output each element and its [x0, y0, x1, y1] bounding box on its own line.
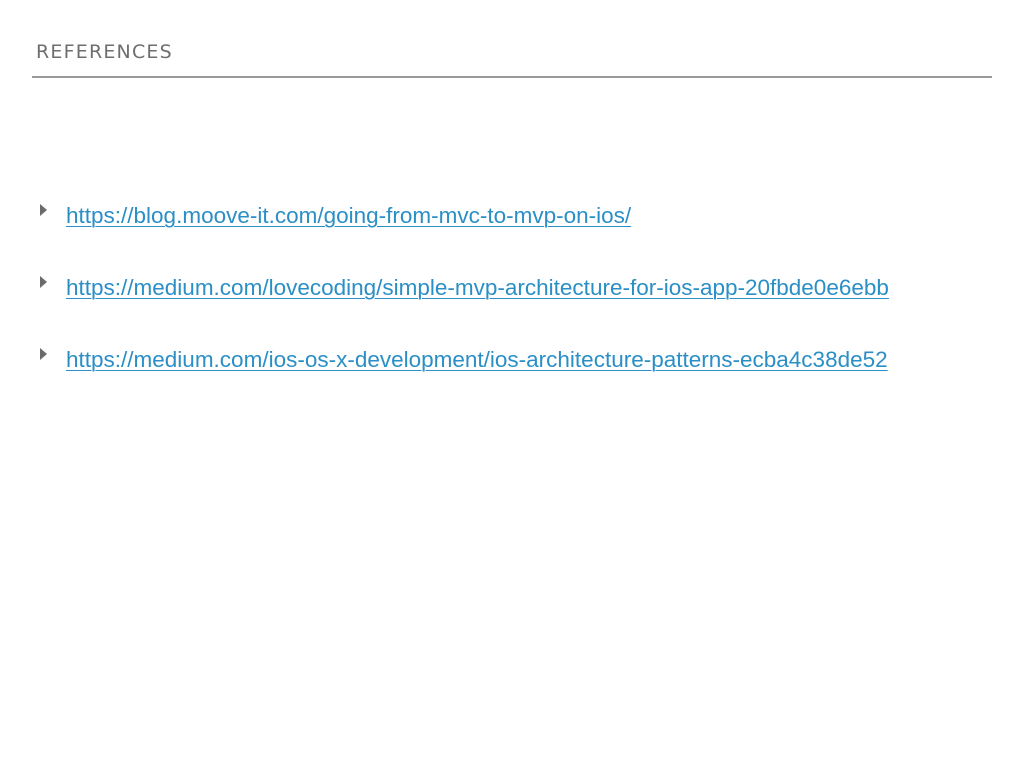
bullet-triangle-icon	[40, 348, 47, 360]
list-item: https://blog.moove-it.com/going-from-mvc…	[36, 198, 956, 234]
slide: REFERENCES https://blog.moove-it.com/goi…	[0, 0, 1024, 768]
bullet-triangle-icon	[40, 204, 47, 216]
reference-link[interactable]: https://blog.moove-it.com/going-from-mvc…	[66, 203, 631, 228]
slide-title: REFERENCES	[36, 41, 173, 63]
reference-link[interactable]: https://medium.com/lovecoding/simple-mvp…	[66, 275, 889, 300]
bullet-triangle-icon	[40, 276, 47, 288]
list-item: https://medium.com/ios-os-x-development/…	[36, 342, 956, 378]
title-divider	[32, 76, 992, 78]
reference-list: https://blog.moove-it.com/going-from-mvc…	[36, 198, 956, 414]
list-item: https://medium.com/lovecoding/simple-mvp…	[36, 270, 956, 306]
reference-link[interactable]: https://medium.com/ios-os-x-development/…	[66, 347, 888, 372]
